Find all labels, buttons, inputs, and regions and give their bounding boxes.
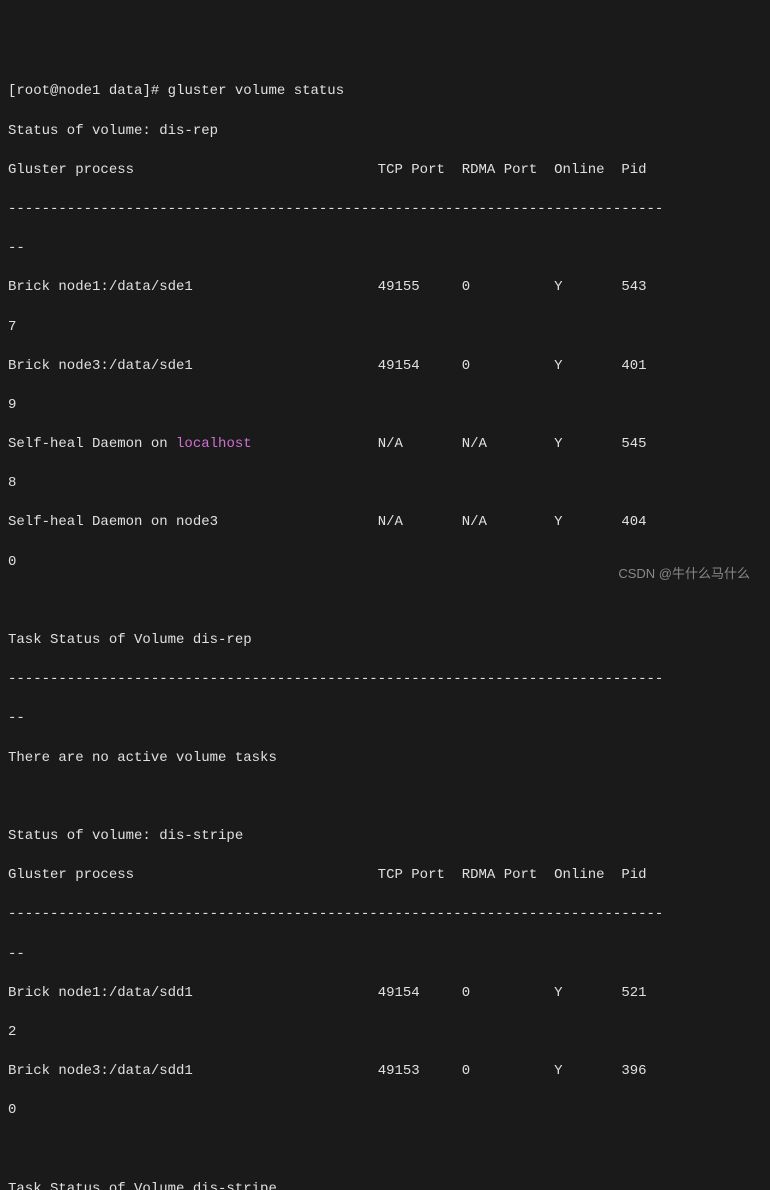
col-tcp: TCP Port xyxy=(378,867,445,883)
table-row: Brick node1:/data/sdd1 49154 0 Y 521 xyxy=(8,984,762,1004)
pid-wrap: 7 xyxy=(8,318,762,338)
row-process-pre: Self-heal Daemon on xyxy=(8,436,176,452)
prompt-user: root xyxy=(16,83,50,99)
divider: ----------------------------------------… xyxy=(8,670,762,690)
vol0-status-header: Status of volume: dis-rep xyxy=(8,122,762,142)
row-rdma: N/A xyxy=(462,436,487,452)
row-online: Y xyxy=(554,1063,562,1079)
pid-wrap: 0 xyxy=(8,1101,762,1121)
watermark: CSDN @牛什么马什么 xyxy=(618,565,750,583)
row-rdma: 0 xyxy=(462,1063,470,1079)
row-process: Brick node1:/data/sde1 xyxy=(8,279,193,295)
table-row: Brick node3:/data/sdd1 49153 0 Y 396 xyxy=(8,1062,762,1082)
col-rdma: RDMA Port xyxy=(462,162,538,178)
col-online: Online xyxy=(554,867,604,883)
row-tcp: 49154 xyxy=(378,358,420,374)
vol0-columns: Gluster process TCP Port RDMA Port Onlin… xyxy=(8,161,762,181)
blank-line xyxy=(8,788,762,808)
task-header: Task Status of Volume dis-stripe xyxy=(8,1180,762,1190)
row-rdma: N/A xyxy=(462,514,487,530)
col-process: Gluster process xyxy=(8,162,134,178)
row-online: Y xyxy=(554,514,562,530)
row-rdma: 0 xyxy=(462,985,470,1001)
table-row: Self-heal Daemon on localhost N/A N/A Y … xyxy=(8,435,762,455)
row-online: Y xyxy=(554,436,562,452)
row-pid: 401 xyxy=(621,358,646,374)
prompt-symbol: # xyxy=(151,83,159,99)
table-row: Self-heal Daemon on node3 N/A N/A Y 404 xyxy=(8,513,762,533)
prompt-host: node1 xyxy=(58,83,100,99)
vol1-status-header: Status of volume: dis-stripe xyxy=(8,827,762,847)
row-online: Y xyxy=(554,279,562,295)
row-tcp: N/A xyxy=(378,436,403,452)
col-rdma: RDMA Port xyxy=(462,867,538,883)
pid-wrap: 9 xyxy=(8,396,762,416)
col-pid: Pid xyxy=(621,867,646,883)
blank-line xyxy=(8,1140,762,1160)
row-tcp: 49153 xyxy=(378,1063,420,1079)
row-tcp: 49155 xyxy=(378,279,420,295)
row-rdma: 0 xyxy=(462,279,470,295)
prompt-cwd: data xyxy=(109,83,143,99)
row-tcp: 49154 xyxy=(378,985,420,1001)
task-header: Task Status of Volume dis-rep xyxy=(8,631,762,651)
row-process: Brick node3:/data/sde1 xyxy=(8,358,193,374)
pid-wrap: 2 xyxy=(8,1023,762,1043)
localhost-highlight: localhost xyxy=(176,436,252,452)
pid-wrap: 8 xyxy=(8,474,762,494)
col-pid: Pid xyxy=(621,162,646,178)
table-row: Brick node1:/data/sde1 49155 0 Y 543 xyxy=(8,278,762,298)
row-pid: 396 xyxy=(621,1063,646,1079)
command-text: gluster volume status xyxy=(168,83,344,99)
row-pid: 543 xyxy=(621,279,646,295)
row-pid: 545 xyxy=(621,436,646,452)
col-process: Gluster process xyxy=(8,867,134,883)
col-tcp: TCP Port xyxy=(378,162,445,178)
row-pid: 521 xyxy=(621,985,646,1001)
table-row: Brick node3:/data/sde1 49154 0 Y 401 xyxy=(8,357,762,377)
divider-wrap: -- xyxy=(8,709,762,729)
row-pid: 404 xyxy=(621,514,646,530)
row-tcp: N/A xyxy=(378,514,403,530)
col-online: Online xyxy=(554,162,604,178)
divider: ----------------------------------------… xyxy=(8,905,762,925)
divider-wrap: -- xyxy=(8,239,762,259)
row-process: Self-heal Daemon on node3 xyxy=(8,514,218,530)
row-process: Brick node3:/data/sdd1 xyxy=(8,1063,193,1079)
row-rdma: 0 xyxy=(462,358,470,374)
row-online: Y xyxy=(554,358,562,374)
divider-wrap: -- xyxy=(8,945,762,965)
row-process: Brick node1:/data/sdd1 xyxy=(8,985,193,1001)
prompt-line: [root@node1 data]# gluster volume status xyxy=(8,82,762,102)
vol1-columns: Gluster process TCP Port RDMA Port Onlin… xyxy=(8,866,762,886)
row-online: Y xyxy=(554,985,562,1001)
task-msg: There are no active volume tasks xyxy=(8,749,762,769)
divider: ----------------------------------------… xyxy=(8,200,762,220)
